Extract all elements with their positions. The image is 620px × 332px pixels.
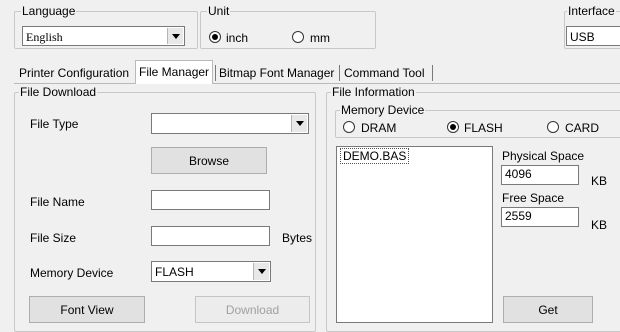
font-view-button[interactable]: Font View bbox=[29, 296, 145, 323]
unit-mm-radio[interactable] bbox=[292, 31, 304, 43]
free-space-unit: KB bbox=[591, 218, 608, 232]
browse-button[interactable]: Browse bbox=[151, 147, 267, 174]
chevron-down-icon[interactable] bbox=[291, 115, 307, 132]
physical-space-unit: KB bbox=[591, 174, 608, 188]
file-download-legend: File Download bbox=[19, 85, 98, 99]
unit-mm-label[interactable]: mm bbox=[310, 31, 330, 45]
file-size-unit: Bytes bbox=[282, 231, 313, 245]
unit-legend: Unit bbox=[207, 4, 231, 18]
memory-card-label[interactable]: CARD bbox=[565, 121, 599, 135]
memory-device-select[interactable]: FLASH bbox=[151, 261, 271, 282]
file-type-label: File Type bbox=[30, 117, 79, 131]
memory-flash-radio[interactable] bbox=[447, 121, 459, 133]
interface-value: USB bbox=[570, 30, 595, 44]
download-button[interactable]: Download bbox=[195, 296, 310, 323]
chevron-down-icon[interactable] bbox=[167, 28, 183, 44]
chevron-down-icon[interactable] bbox=[253, 263, 269, 280]
memory-device-label: Memory Device bbox=[30, 266, 114, 280]
tab-separator bbox=[432, 65, 433, 81]
memory-device-value: FLASH bbox=[155, 265, 194, 279]
memory-dram-label[interactable]: DRAM bbox=[361, 121, 396, 135]
interface-select[interactable]: USB bbox=[566, 26, 620, 46]
interface-legend: Interface bbox=[567, 4, 616, 18]
tab-printer-configuration[interactable]: Printer Configuration bbox=[17, 63, 131, 83]
memory-dram-radio[interactable] bbox=[343, 121, 355, 133]
file-list[interactable]: DEMO.BAS bbox=[336, 146, 493, 323]
file-size-field[interactable] bbox=[151, 226, 270, 246]
tab-file-manager[interactable]: File Manager bbox=[135, 60, 214, 84]
file-information-legend: File Information bbox=[331, 85, 416, 99]
free-space-label: Free Space bbox=[502, 191, 565, 205]
tab-separator bbox=[339, 65, 340, 81]
unit-inch-label[interactable]: inch bbox=[226, 31, 248, 45]
file-size-label: File Size bbox=[30, 231, 77, 245]
language-legend: Language bbox=[21, 4, 77, 18]
tab-command-tool[interactable]: Command Tool bbox=[342, 63, 426, 83]
file-name-label: File Name bbox=[30, 195, 85, 209]
tab-strip-line bbox=[14, 83, 620, 84]
free-space-field[interactable]: 2559 bbox=[501, 207, 579, 227]
unit-inch-radio[interactable] bbox=[209, 31, 221, 43]
get-button[interactable]: Get bbox=[503, 296, 593, 323]
language-select[interactable]: English bbox=[22, 26, 185, 46]
file-type-select[interactable] bbox=[151, 113, 309, 134]
tab-bitmap-font-manager[interactable]: Bitmap Font Manager bbox=[217, 63, 336, 83]
list-item[interactable]: DEMO.BAS bbox=[340, 148, 410, 164]
tab-separator bbox=[215, 65, 216, 81]
file-name-field[interactable] bbox=[151, 190, 270, 210]
memory-flash-label[interactable]: FLASH bbox=[464, 121, 503, 135]
physical-space-label: Physical Space bbox=[502, 149, 585, 163]
memory-card-radio[interactable] bbox=[547, 121, 559, 133]
physical-space-field[interactable]: 4096 bbox=[501, 165, 579, 185]
memory-device-legend: Memory Device bbox=[340, 103, 426, 117]
language-value: English bbox=[26, 30, 63, 44]
